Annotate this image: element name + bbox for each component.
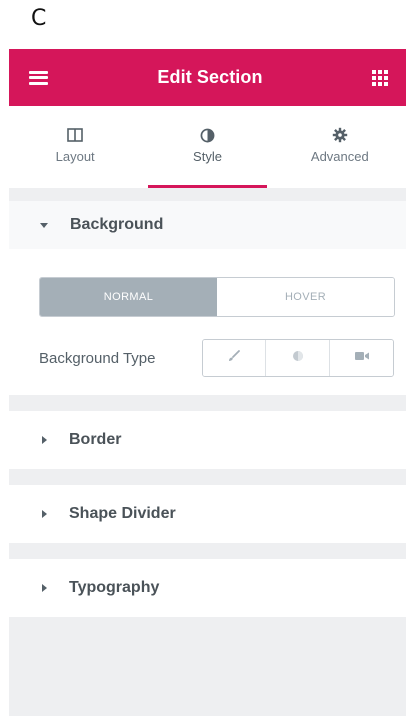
background-video-button[interactable] — [329, 340, 393, 376]
typography-section-title: Typography — [69, 579, 160, 596]
columns-icon — [66, 126, 84, 144]
section-gap — [9, 543, 406, 559]
shape-divider-section-header[interactable]: Shape Divider — [9, 485, 406, 543]
background-classic-button[interactable] — [202, 340, 266, 376]
panel-tabs: Layout Style Advanced — [9, 106, 406, 188]
border-section-header[interactable]: Border — [9, 411, 406, 469]
edit-section-panel: Edit Section Layout Style Advanced Backg… — [9, 49, 406, 716]
background-section: Background NORMAL HOVER Background Type — [9, 201, 406, 395]
section-gap — [9, 469, 406, 485]
background-section-header[interactable]: Background — [9, 201, 406, 249]
background-type-choices — [201, 339, 394, 377]
tab-layout-label: Layout — [55, 149, 95, 164]
half-circle-icon — [198, 126, 216, 144]
normal-tab-button[interactable]: NORMAL — [40, 278, 217, 316]
background-gradient-button[interactable] — [265, 340, 330, 376]
tab-advanced[interactable]: Advanced — [274, 106, 406, 188]
tab-layout[interactable]: Layout — [9, 106, 141, 188]
border-section-title: Border — [69, 431, 122, 448]
caret-down-icon — [40, 222, 48, 228]
tab-style[interactable]: Style — [141, 106, 273, 188]
caret-right-icon — [42, 436, 47, 444]
video-icon — [354, 349, 370, 367]
state-switcher: NORMAL HOVER — [39, 277, 395, 317]
panel-header: Edit Section — [9, 49, 406, 106]
background-section-body: NORMAL HOVER Background Type — [9, 249, 406, 395]
hamburger-icon[interactable] — [29, 70, 48, 85]
background-type-label: Background Type — [39, 349, 156, 367]
typography-section-header[interactable]: Typography — [9, 559, 406, 617]
corner-letter: C — [31, 6, 47, 31]
tab-advanced-label: Advanced — [310, 149, 369, 164]
caret-right-icon — [42, 584, 47, 592]
shape-divider-section-title: Shape Divider — [69, 505, 176, 522]
tab-style-label: Style — [193, 149, 222, 164]
section-gap — [9, 395, 406, 411]
grid-icon[interactable] — [372, 69, 388, 86]
background-section-title: Background — [70, 216, 164, 233]
hover-tab-button[interactable]: HOVER — [217, 278, 394, 316]
gear-icon — [331, 126, 349, 144]
background-type-row: Background Type — [39, 339, 394, 377]
caret-right-icon — [42, 510, 47, 518]
brush-icon — [227, 349, 241, 368]
gradient-icon — [291, 349, 305, 368]
panel-title: Edit Section — [157, 67, 263, 87]
